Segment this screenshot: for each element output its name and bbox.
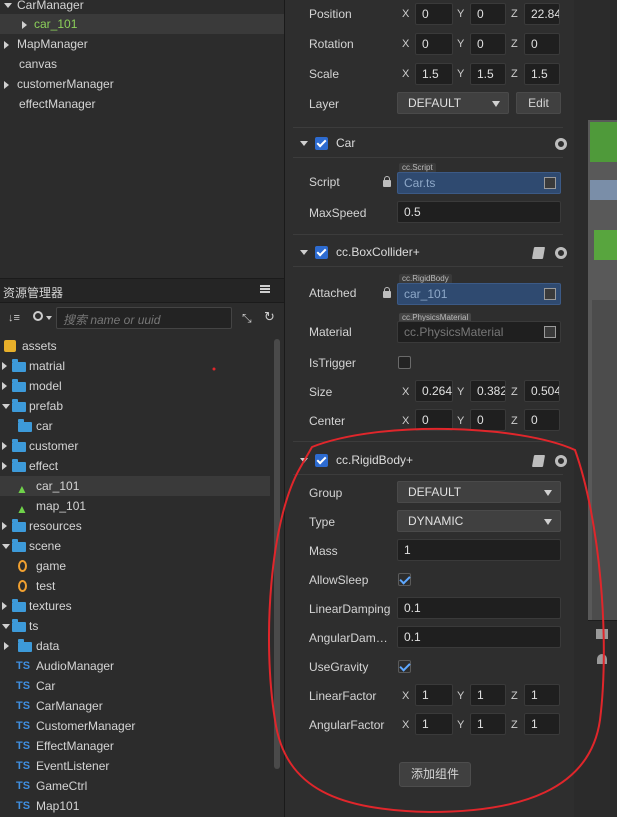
red-annotation-outline (212, 367, 605, 814)
